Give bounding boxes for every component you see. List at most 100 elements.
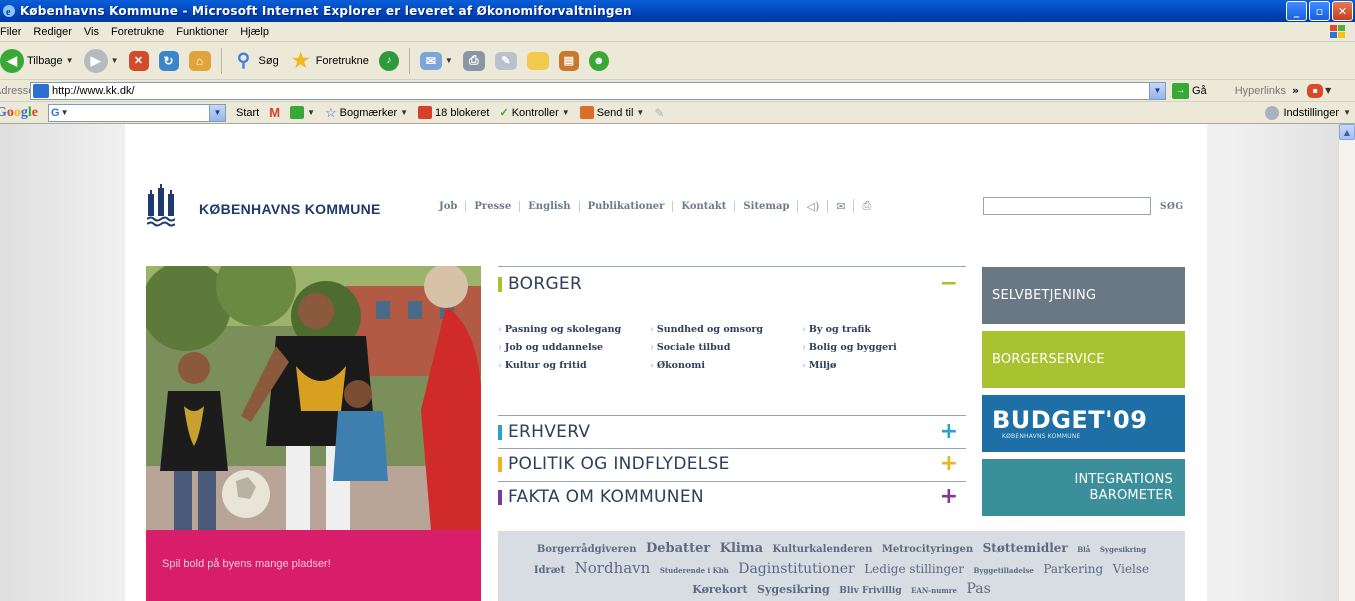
menu-help[interactable]: Hjælp [234, 26, 275, 38]
tag-link[interactable]: Sygesikring [1100, 545, 1146, 554]
scroll-up-icon[interactable]: ▲ [1339, 124, 1355, 140]
budget-09-banner[interactable]: BUDGET'09 KØBENHAVNS KOMMUNE [982, 395, 1185, 452]
speaker-icon[interactable]: ◁) [797, 199, 827, 213]
link-sundhed[interactable]: Sundhed og omsorg [650, 324, 802, 335]
gmail-button[interactable]: M [269, 105, 280, 120]
mail-button[interactable]: ✉ ▼ [419, 51, 453, 70]
link-kultur[interactable]: Kultur og fritid [498, 360, 650, 371]
section-erhverv-header[interactable]: ERHVERV + [498, 421, 966, 443]
link-miljoe[interactable]: Miljø [802, 360, 966, 371]
tag-link[interactable]: Debatter [646, 541, 710, 556]
google-search-dropdown-icon[interactable]: ▼ [209, 104, 225, 121]
menu-edit[interactable]: Rediger [27, 26, 78, 38]
pagerank-dropdown-icon[interactable]: ▼ [307, 108, 315, 117]
section-fakta-header[interactable]: FAKTA OM KOMMUNEN + [498, 486, 966, 508]
links-chevron-icon[interactable]: » [1292, 84, 1299, 97]
nav-kontakt[interactable]: Kontakt [672, 200, 734, 212]
tag-link[interactable]: Sygesikring [757, 583, 830, 596]
google-pagerank-button[interactable]: ▼ [290, 106, 315, 119]
send-to-dropdown-icon[interactable]: ▼ [636, 108, 644, 117]
nav-publikationer[interactable]: Publikationer [578, 200, 673, 212]
tag-link[interactable]: EAN-numre [911, 586, 957, 595]
tag-link[interactable]: Ledige stillinger [864, 562, 964, 576]
nav-job[interactable]: Job [431, 201, 465, 212]
spellcheck-dropdown-icon[interactable]: ▼ [562, 108, 570, 117]
minimize-button[interactable]: _ [1286, 1, 1307, 21]
tag-link[interactable]: Borgerrådgiveren [537, 544, 637, 555]
links-label[interactable]: Hyperlinks [1235, 85, 1286, 97]
addon-icon[interactable]: ▪ [1307, 83, 1324, 98]
go-button[interactable]: → Gå [1172, 82, 1207, 99]
tag-link[interactable]: Kørekort [692, 583, 747, 596]
tag-link[interactable]: Støttemidler [983, 541, 1068, 555]
window-title-bar[interactable]: e Københavns Kommune - Microsoft Interne… [0, 0, 1355, 22]
tag-link[interactable]: Nordhavn [575, 559, 651, 577]
folder-button[interactable] [526, 51, 549, 70]
tag-link[interactable]: Blå [1077, 545, 1090, 554]
expand-icon[interactable]: + [940, 486, 958, 508]
tag-link[interactable]: Daginstitutioner [738, 561, 854, 577]
search-button[interactable]: ⚲ Søg [232, 49, 279, 73]
kk-brand-name[interactable]: KØBENHAVNS KOMMUNE [199, 201, 381, 217]
favorites-button[interactable]: ★ Foretrukne [289, 49, 369, 73]
link-by-trafik[interactable]: By og trafik [802, 324, 966, 335]
forward-dropdown-icon[interactable]: ▼ [111, 56, 119, 65]
tag-link[interactable]: Parkering [1043, 562, 1103, 576]
link-bolig[interactable]: Bolig og byggeri [802, 342, 966, 353]
link-sociale-tilbud[interactable]: Sociale tilbud [650, 342, 802, 353]
site-search-button[interactable]: SØG [1160, 202, 1184, 212]
close-button[interactable]: ✕ [1332, 1, 1353, 21]
send-to-button[interactable]: Send til ▼ [579, 106, 644, 119]
nav-sitemap[interactable]: Sitemap [734, 200, 797, 212]
expand-icon[interactable]: + [940, 421, 958, 443]
link-oekonomi[interactable]: Økonomi [650, 360, 802, 371]
maximize-button[interactable]: ▫ [1309, 1, 1330, 21]
selvbetjening-button[interactable]: SELVBETJENING [982, 267, 1185, 324]
settings-dropdown-icon[interactable]: ▼ [1343, 108, 1351, 117]
print-button[interactable]: ⎙ [462, 50, 485, 71]
expand-icon[interactable]: + [940, 453, 958, 475]
google-search-input[interactable]: G ▼ ▼ [48, 103, 226, 122]
site-search-input[interactable] [983, 197, 1151, 215]
vertical-scrollbar[interactable]: ▲ [1338, 124, 1355, 601]
back-button[interactable]: ◀ Tilbage ▼ [0, 48, 74, 73]
addon-dropdown-icon[interactable]: ▼ [1325, 86, 1331, 95]
nav-english[interactable]: English [519, 200, 578, 212]
section-borger-header[interactable]: BORGER − [498, 273, 966, 295]
menu-file[interactable]: Filer [0, 26, 27, 38]
messenger-button[interactable]: ☻ [588, 50, 609, 71]
hero-image[interactable]: Spil bold på byens mange pladser! [146, 266, 481, 601]
tag-link[interactable]: Idræt [534, 565, 565, 576]
section-politik-header[interactable]: POLITIK OG INDFLYDELSE + [498, 453, 966, 475]
media-button[interactable]: ♪ [378, 50, 399, 71]
mail-dropdown-icon[interactable]: ▼ [445, 56, 453, 65]
highlight-button[interactable]: ✎ [654, 106, 664, 120]
bookmarks-dropdown-icon[interactable]: ▼ [400, 108, 408, 117]
tag-link[interactable]: Studerende i Kbh [660, 566, 729, 575]
edit-button[interactable]: ✎ [494, 51, 517, 70]
link-job-uddannelse[interactable]: Job og uddannelse [498, 342, 650, 353]
spellcheck-button[interactable]: ✓ Kontroller ▼ [499, 106, 570, 120]
tag-link[interactable]: Vielse [1113, 562, 1150, 576]
google-start-button[interactable]: Start [236, 107, 259, 119]
popup-blocker-button[interactable]: 18 blokeret [418, 106, 489, 119]
borgerservice-button[interactable]: BORGERSERVICE [982, 331, 1185, 388]
back-dropdown-icon[interactable]: ▼ [66, 56, 74, 65]
integrationsbarometer-button[interactable]: INTEGRATIONS BAROMETER [982, 459, 1185, 516]
tag-link[interactable]: Metrocityringen [882, 544, 973, 555]
menu-favorites[interactable]: Foretrukne [105, 26, 170, 38]
google-settings-button[interactable]: Indstillinger ▼ [1265, 105, 1351, 120]
tag-link[interactable]: Pas [966, 581, 990, 597]
home-button[interactable]: ⌂ [188, 50, 211, 71]
address-dropdown-icon[interactable]: ▼ [1149, 82, 1165, 99]
research-button[interactable]: ▤ [558, 50, 579, 71]
tag-link[interactable]: Byggetilladelse [973, 566, 1033, 575]
bookmarks-button[interactable]: ☆ Bogmærker ▼ [325, 105, 408, 121]
refresh-button[interactable]: ↻ [158, 50, 179, 71]
hero-caption-band[interactable]: Spil bold på byens mange pladser! [146, 530, 481, 601]
nav-presse[interactable]: Presse [465, 200, 519, 212]
collapse-icon[interactable]: − [940, 273, 958, 295]
tag-link[interactable]: Kulturkalenderen [773, 544, 873, 555]
tag-link[interactable]: Bliv Frivillig [839, 586, 901, 596]
tag-link[interactable]: Klima [720, 541, 763, 556]
